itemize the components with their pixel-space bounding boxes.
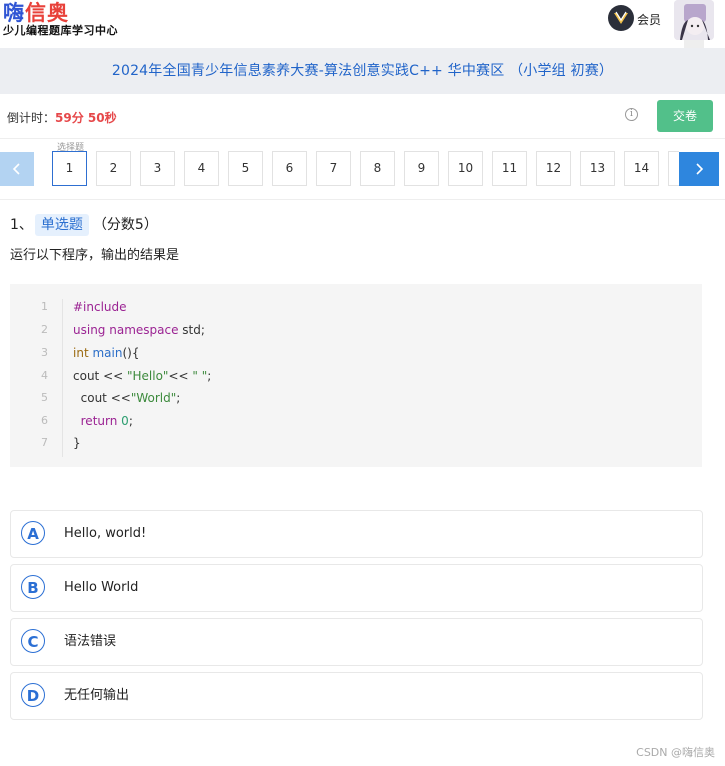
- question-button-6[interactable]: 6: [272, 151, 307, 186]
- question-button-12[interactable]: 12: [536, 151, 571, 186]
- question-button-14[interactable]: 14: [624, 151, 659, 186]
- code-line-1: #include: [73, 299, 127, 315]
- option-letter: D: [21, 683, 45, 707]
- code-line-2: using namespace std;: [73, 323, 205, 337]
- prev-page-button[interactable]: [0, 152, 34, 186]
- logo[interactable]: 嗨信奥: [3, 0, 69, 26]
- line-number: 7: [41, 436, 48, 449]
- watermark: CSDN @嗨信奥: [636, 746, 715, 759]
- question-button-1[interactable]: 1: [52, 151, 87, 186]
- option-d[interactable]: D 无任何输出: [10, 672, 703, 720]
- question-button-2[interactable]: 2: [96, 151, 131, 186]
- code-line-5: cout <<"World";: [73, 391, 181, 405]
- option-a[interactable]: A Hello, world!: [10, 510, 703, 558]
- line-number: 2: [41, 323, 48, 336]
- logo-part2: 信奥: [25, 1, 69, 25]
- question-button-8[interactable]: 8: [360, 151, 395, 186]
- vip-label[interactable]: 会员: [637, 11, 661, 28]
- question-text: 运行以下程序，输出的结果是: [10, 248, 180, 263]
- countdown-label: 倒计时：: [7, 111, 56, 125]
- question-header: 1、 单选题 （分数5）: [10, 214, 158, 236]
- question-button-9[interactable]: 9: [404, 151, 439, 186]
- question-button-15-partial[interactable]: [668, 151, 679, 186]
- line-number: 4: [41, 369, 48, 382]
- line-number: 6: [41, 414, 48, 427]
- question-button-5[interactable]: 5: [228, 151, 263, 186]
- question-button-10[interactable]: 10: [448, 151, 483, 186]
- exam-title: 2024年全国青少年信息素养大赛-算法创意实践C++ 华中赛区 （小学组 初赛）: [111, 63, 614, 79]
- line-number: 1: [41, 300, 48, 313]
- code-line-4: cout << "Hello"<< " ";: [73, 369, 212, 383]
- chevron-right-icon: [696, 163, 704, 175]
- info-icon[interactable]: i: [625, 108, 638, 121]
- top-header: 嗨信奥 少儿编程题库学习中心 会员: [0, 0, 725, 62]
- option-text: Hello World: [64, 580, 139, 595]
- code-line-7: }: [73, 436, 81, 450]
- timer-row: 倒计时： 59分 50秒 i: [0, 94, 725, 139]
- question-button-13[interactable]: 13: [580, 151, 615, 186]
- code-line-6: return 0;: [80, 414, 133, 428]
- option-text: Hello, world!: [64, 526, 147, 541]
- question-button-11[interactable]: 11: [492, 151, 527, 186]
- logo-part1: 嗨: [3, 1, 25, 25]
- exam-title-bar: 2024年全国青少年信息素养大赛-算法创意实践C++ 华中赛区 （小学组 初赛）: [0, 48, 725, 94]
- question-button-3[interactable]: 3: [140, 151, 175, 186]
- option-letter: A: [21, 521, 45, 545]
- vip-crown-icon[interactable]: [608, 5, 634, 31]
- next-page-button[interactable]: [679, 152, 719, 186]
- avatar[interactable]: [674, 0, 714, 40]
- code-line-3: int main(){: [73, 346, 140, 360]
- option-text: 无任何输出: [64, 688, 130, 703]
- line-number: 3: [41, 346, 48, 359]
- submit-button[interactable]: 交卷: [657, 100, 713, 132]
- option-letter: C: [21, 629, 45, 653]
- question-score: （分数5）: [92, 217, 158, 233]
- line-number: 5: [41, 391, 48, 404]
- question-button-7[interactable]: 7: [316, 151, 351, 186]
- question-number: 1、: [10, 217, 33, 233]
- code-line-1-text: #include: [73, 300, 127, 314]
- countdown-value: 59分 50秒: [55, 111, 117, 125]
- option-text: 语法错误: [64, 634, 117, 649]
- option-c[interactable]: C 语法错误: [10, 618, 703, 666]
- chevron-left-icon: [12, 163, 20, 175]
- question-button-4[interactable]: 4: [184, 151, 219, 186]
- code-gutter: 1 2 3 4 5 6 7: [20, 299, 63, 457]
- option-b[interactable]: B Hello World: [10, 564, 703, 612]
- question-type-badge: 单选题: [34, 214, 89, 236]
- logo-subtitle: 少儿编程题库学习中心: [3, 24, 118, 37]
- option-letter: B: [21, 575, 45, 599]
- code-block: 1 2 3 4 5 6 7 #include using namespace s…: [10, 284, 702, 467]
